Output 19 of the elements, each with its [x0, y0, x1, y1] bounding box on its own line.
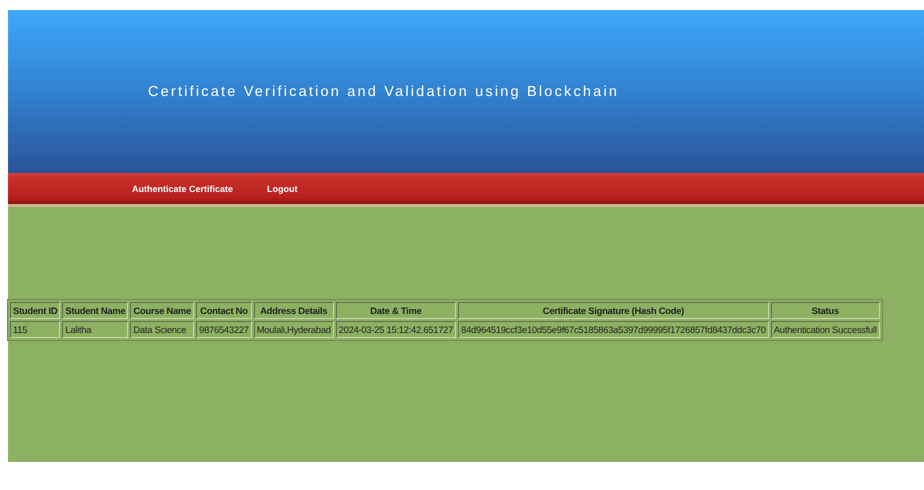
- table-cell: Authentication Successfull: [770, 321, 880, 338]
- column-header: Address Details: [254, 302, 334, 319]
- table-cell: 2024-03-25 15:12:42.651727: [336, 321, 456, 338]
- column-header: Status: [770, 302, 880, 319]
- table-cell: Moulali,Hyderabad: [254, 321, 334, 338]
- column-header: Student ID: [10, 302, 60, 319]
- column-header: Date & Time: [336, 302, 456, 319]
- table-cell: 9876543227: [196, 321, 252, 338]
- column-header: Course Name: [130, 302, 194, 319]
- nav-link[interactable]: Logout: [267, 184, 298, 194]
- table-cell: Data Science: [130, 321, 194, 338]
- table-cell: 115: [10, 321, 60, 338]
- site-title: Certificate Verification and Validation using Blockchain: [148, 84, 620, 100]
- column-header: Certificate Signature (Hash Code): [458, 302, 769, 319]
- table-cell: Lalitha: [62, 321, 128, 338]
- column-header: Contact No: [196, 302, 252, 319]
- table-cell: 84d964519ccf3e10d55e9f67c5185863a5397d99995f1726857fd8437ddc3c70: [458, 321, 769, 338]
- column-header: Student Name: [62, 302, 128, 319]
- nav-link[interactable]: Authenticate Certificate: [132, 184, 234, 194]
